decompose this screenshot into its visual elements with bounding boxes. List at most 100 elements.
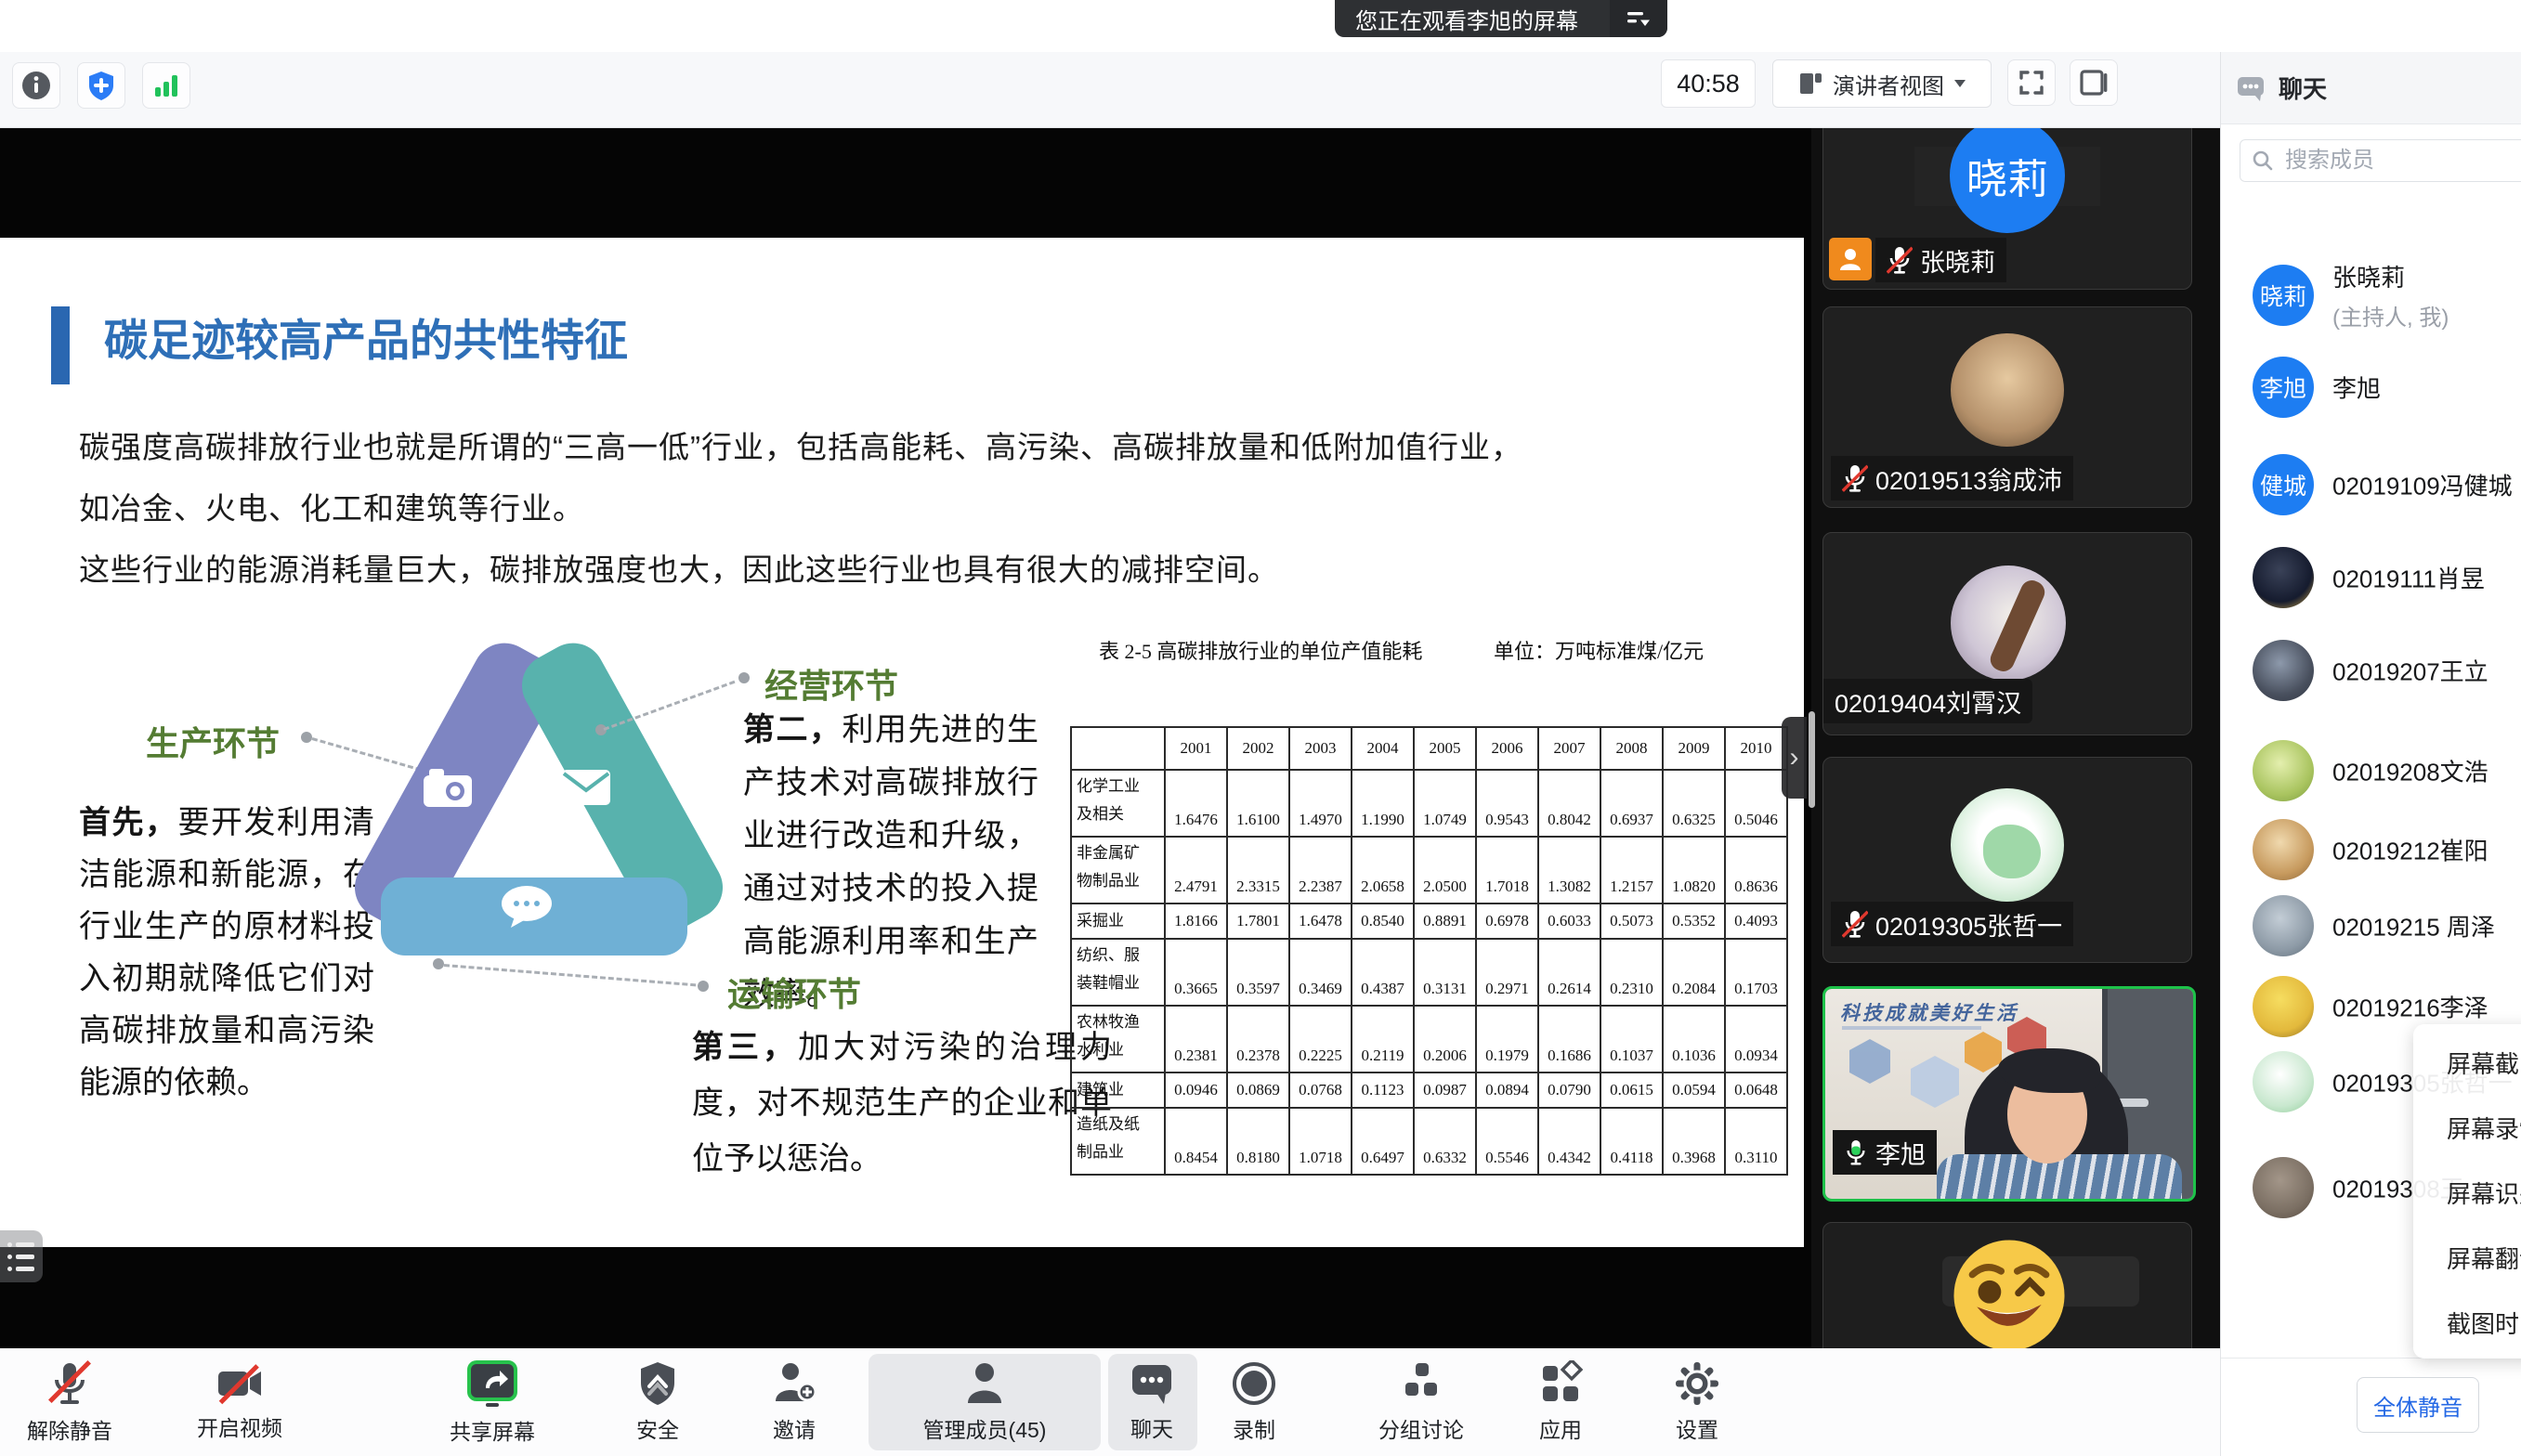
- table-year-header: 2007: [1538, 727, 1600, 770]
- view-mode-label: 演讲者视图: [1833, 68, 1944, 100]
- member-row[interactable]: 晓莉张晓莉(主持人, 我): [2221, 254, 2521, 337]
- fullscreen-button[interactable]: [2007, 59, 2056, 106]
- signal-bars-icon: [150, 69, 183, 102]
- table-value-cell: 1.6100: [1227, 770, 1289, 837]
- member-row[interactable]: 02019111肖昱: [2221, 536, 2521, 619]
- table-row-label: 非金属矿 物制品业: [1071, 837, 1165, 904]
- security-button[interactable]: 安全: [588, 1348, 727, 1456]
- table-year-header: 2001: [1165, 727, 1227, 770]
- table-value-cell: 0.1703: [1725, 939, 1787, 1006]
- context-menu-item[interactable]: 屏幕识别: [2413, 1160, 2521, 1225]
- member-row[interactable]: 李旭李旭: [2221, 345, 2521, 429]
- table-value-cell: 0.2084: [1663, 939, 1725, 1006]
- security-shield-button[interactable]: [77, 62, 125, 109]
- table-row: 建筑业0.09460.08690.07680.11230.09870.08940…: [1071, 1072, 1787, 1108]
- member-avatar: [2253, 740, 2314, 801]
- video-tile-lixu-active[interactable]: 科技成就美好生活 李旭: [1822, 986, 2196, 1202]
- thumbnail-scrollbar[interactable]: [1809, 711, 1815, 808]
- table-row: 采掘业1.81661.78011.64780.85400.88910.69780…: [1071, 904, 1787, 939]
- paragraph-second-lead: 第二，: [743, 712, 843, 748]
- avatar: 晓莉: [1950, 127, 2065, 233]
- video-tile-liuxiaohan[interactable]: 02019404刘霄汉: [1822, 532, 2192, 735]
- view-mode-button[interactable]: 演讲者视图: [1772, 59, 1992, 108]
- avatar: [1951, 333, 2064, 447]
- member-row[interactable]: 02019207王立: [2221, 629, 2521, 712]
- chat-panel-title: 聊天: [2279, 71, 2327, 105]
- switch-screen-icon[interactable]: [1610, 0, 1667, 37]
- member-search-box[interactable]: [2240, 139, 2521, 182]
- table-value-cell: 0.2006: [1414, 1006, 1476, 1072]
- table-value-cell: 1.3082: [1538, 837, 1600, 904]
- cycle-triangle-diagram: [362, 645, 706, 970]
- table-value-cell: 0.3968: [1663, 1108, 1725, 1175]
- member-avatar: 晓莉: [2253, 265, 2314, 326]
- table-value-cell: 2.3315: [1227, 837, 1289, 904]
- member-search-input[interactable]: [2283, 147, 2491, 175]
- context-menu-item[interactable]: 截图时: [2413, 1290, 2521, 1355]
- breakout-icon: [1398, 1360, 1444, 1407]
- mic-muted-icon: [1887, 245, 1913, 275]
- member-row[interactable]: 健城02019109冯健城: [2221, 443, 2521, 526]
- avatar-detail: [1983, 825, 2041, 878]
- side-panel-toggle-button[interactable]: [2070, 59, 2118, 106]
- invite-button[interactable]: 邀请: [725, 1348, 864, 1456]
- table-row: 造纸及纸 制品业0.84540.81801.07180.64970.63320.…: [1071, 1108, 1787, 1175]
- table-value-cell: 0.6978: [1476, 904, 1538, 939]
- member-panel-footer: 全体静音: [2221, 1358, 2521, 1456]
- video-tile-wengchengpei[interactable]: 02019513翁成沛: [1822, 306, 2192, 508]
- context-menu-item[interactable]: 屏幕截图: [2413, 1030, 2521, 1095]
- member-row[interactable]: 02019208文浩: [2221, 729, 2521, 812]
- table-value-cell: 0.5546: [1476, 1108, 1538, 1175]
- table-value-cell: 0.6332: [1414, 1108, 1476, 1175]
- annotation-list-button[interactable]: [0, 1230, 43, 1282]
- table-value-cell: 1.0820: [1663, 837, 1725, 904]
- member-avatar: [2253, 895, 2314, 956]
- table-value-cell: 0.0894: [1476, 1072, 1538, 1108]
- share-screen-button[interactable]: 共享屏幕: [423, 1348, 562, 1456]
- settings-button[interactable]: 设置: [1627, 1348, 1767, 1456]
- table-row-label: 化学工业 及相关: [1071, 770, 1165, 837]
- video-tile-zhangxiaoli[interactable]: 晓莉 张晓莉: [1822, 127, 2192, 290]
- table-value-cell: 0.4118: [1600, 1108, 1663, 1175]
- breakout-rooms-button[interactable]: 分组讨论: [1352, 1348, 1491, 1456]
- wall-slogan: 科技成就美好生活: [1840, 998, 2018, 1026]
- manage-members-button[interactable]: 管理成员(45): [915, 1348, 1054, 1456]
- mute-all-button[interactable]: 全体静音: [2357, 1377, 2479, 1433]
- member-name: 02019208文浩: [2332, 754, 2488, 788]
- top-toolbar: 40:58 演讲者视图: [0, 52, 2220, 128]
- chat-panel-header: 聊天: [2221, 52, 2521, 124]
- watching-banner[interactable]: 您正在观看李旭的屏幕: [1335, 0, 1667, 37]
- settings-label: 设置: [1676, 1412, 1718, 1444]
- apps-label: 应用: [1539, 1412, 1582, 1444]
- member-role: (主持人, 我): [2332, 299, 2449, 332]
- table-year-header: 2005: [1414, 727, 1476, 770]
- meeting-info-button[interactable]: [12, 62, 60, 109]
- member-avatar: [2253, 1051, 2314, 1112]
- collapse-thumbnails-handle[interactable]: ›: [1782, 717, 1807, 799]
- record-button[interactable]: 录制: [1184, 1348, 1324, 1456]
- shield-plus-icon: [85, 69, 118, 102]
- member-row[interactable]: 02019215 周泽: [2221, 884, 2521, 968]
- apps-button[interactable]: 应用: [1491, 1348, 1630, 1456]
- member-name: 02019207王立: [2332, 654, 2488, 688]
- member-row[interactable]: 02019212崔阳: [2221, 808, 2521, 891]
- context-menu-item[interactable]: 屏幕翻译: [2413, 1225, 2521, 1290]
- start-video-button[interactable]: 开启视频: [170, 1348, 309, 1456]
- network-quality-button[interactable]: [142, 62, 190, 109]
- video-tile-emoji-user[interactable]: [1822, 1222, 2192, 1348]
- table-value-cell: 1.7018: [1476, 837, 1538, 904]
- list-icon: [7, 1242, 43, 1247]
- person-body: [1937, 1154, 2182, 1202]
- table-value-cell: 0.2119: [1352, 1006, 1414, 1072]
- table-value-cell: 0.2614: [1538, 939, 1600, 1006]
- table-value-cell: 0.2310: [1600, 939, 1663, 1006]
- label-transport-stage: 运输环节: [727, 968, 861, 1016]
- table-value-cell: 0.4387: [1352, 939, 1414, 1006]
- fullscreen-icon: [2018, 69, 2045, 97]
- table-row-label: 纺织、服 装鞋帽业: [1071, 939, 1165, 1006]
- video-tile-zhangzheyi[interactable]: 02019305张哲一: [1822, 757, 2192, 963]
- unmute-button[interactable]: 解除静音: [0, 1348, 139, 1456]
- paragraph-first-lead: 首先，: [79, 805, 178, 840]
- context-menu-item[interactable]: 屏幕录制: [2413, 1095, 2521, 1160]
- table-value-cell: 0.5046: [1725, 770, 1787, 837]
